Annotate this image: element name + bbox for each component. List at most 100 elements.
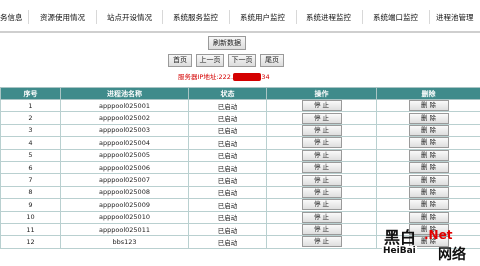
table-row: 7 apppool025007 已启动 停 止 删 除 [0, 173, 480, 187]
stop-button[interactable]: 停 止 [301, 224, 342, 236]
stop-button[interactable]: 停 止 [301, 149, 342, 161]
nav-item-site-setup[interactable]: 站点开设情况 [107, 12, 152, 23]
header-status: 状态 [188, 87, 267, 100]
row-action-cell: 停 止 [266, 198, 377, 212]
row-pool-name: apppool025001 [60, 98, 189, 113]
row-index: 12 [0, 235, 61, 249]
stop-button[interactable]: 停 止 [301, 112, 342, 124]
row-index: 1 [0, 98, 61, 113]
nav-separator [28, 10, 29, 24]
last-page-button[interactable]: 尾页 [260, 54, 284, 67]
row-status: 已启动 [188, 222, 267, 237]
row-pool-name: apppool025010 [60, 210, 189, 224]
stop-button[interactable]: 停 止 [301, 100, 342, 112]
nav-item-pool-manage[interactable]: 进程池管理 [436, 12, 474, 23]
nav-item-port-monitor[interactable]: 系统端口监控 [373, 12, 418, 23]
delete-button[interactable]: 删 除 [408, 211, 449, 223]
delete-button[interactable]: 删 除 [408, 199, 449, 211]
row-delete-cell: 删 除 [376, 160, 480, 175]
row-status: 已启动 [188, 123, 267, 138]
row-delete-cell: 删 除 [376, 210, 480, 224]
server-ip-redacted: XXX.XX. [233, 73, 262, 81]
next-page-button[interactable]: 下一页 [228, 54, 256, 67]
table-row: 2 apppool025002 已启动 停 止 删 除 [0, 111, 480, 125]
delete-button[interactable]: 删 除 [408, 124, 449, 136]
nav-separator [96, 10, 97, 24]
row-action-cell: 停 止 [266, 210, 377, 224]
first-page-button[interactable]: 首页 [168, 54, 192, 67]
row-status: 已启动 [188, 235, 267, 249]
row-index: 6 [0, 160, 61, 175]
stop-button[interactable]: 停 止 [301, 174, 342, 186]
table-row: 5 apppool025005 已启动 停 止 删 除 [0, 148, 480, 162]
watermark-en: HeiBai [382, 246, 417, 256]
table-row: 9 apppool025009 已启动 停 止 删 除 [0, 198, 480, 212]
delete-button[interactable]: 删 除 [408, 174, 449, 186]
row-pool-name: apppool025004 [60, 136, 189, 150]
row-delete-cell: 删 除 [376, 185, 480, 200]
delete-button[interactable]: 删 除 [408, 137, 449, 149]
header-action: 操作 [266, 87, 377, 100]
row-delete-cell: 删 除 [376, 148, 480, 162]
row-delete-cell: 删 除 [376, 136, 480, 150]
server-ip-prefix: 222. [218, 73, 234, 81]
row-status: 已启动 [188, 198, 267, 212]
header-pool-name: 进程池名称 [60, 87, 189, 100]
nav-separator [162, 10, 163, 24]
table-row: 10 apppool025010 已启动 停 止 删 除 [0, 210, 480, 224]
row-pool-name: bbs123 [60, 235, 189, 249]
row-status: 已启动 [188, 136, 267, 150]
row-index: 9 [0, 198, 61, 212]
stop-button[interactable]: 停 止 [301, 236, 342, 248]
table-row: 8 apppool025008 已启动 停 止 删 除 [0, 185, 480, 200]
row-delete-cell: 删 除 [376, 98, 480, 113]
row-pool-name: apppool025008 [60, 185, 189, 200]
row-action-cell: 停 止 [266, 222, 377, 237]
row-delete-cell: 删 除 [376, 111, 480, 125]
stop-button[interactable]: 停 止 [301, 124, 342, 136]
row-pool-name: apppool025003 [60, 123, 189, 138]
row-delete-cell: 删 除 [376, 198, 480, 212]
table-row: 1 apppool025001 已启动 停 止 删 除 [0, 98, 480, 113]
delete-button[interactable]: 删 除 [408, 112, 449, 124]
delete-button[interactable]: 删 除 [408, 149, 449, 161]
server-ip-suffix: 34 [261, 73, 270, 81]
delete-button[interactable]: 删 除 [408, 186, 449, 198]
row-index: 8 [0, 185, 61, 200]
row-index: 2 [0, 111, 61, 125]
nav-item-resource-usage[interactable]: 资源使用情况 [40, 12, 85, 23]
row-status: 已启动 [188, 160, 267, 175]
table-header-row: 序号 进程池名称 状态 操作 删除 [0, 87, 480, 100]
row-pool-name: apppool025011 [60, 222, 189, 237]
row-index: 10 [0, 210, 61, 224]
row-index: 11 [0, 222, 61, 237]
row-action-cell: 停 止 [266, 111, 377, 125]
stop-button[interactable]: 停 止 [301, 199, 342, 211]
row-pool-name: apppool025009 [60, 198, 189, 212]
nav-item-process-monitor[interactable]: 系统进程监控 [306, 12, 351, 23]
table-row: 6 apppool025006 已启动 停 止 删 除 [0, 160, 480, 175]
delete-button[interactable]: 删 除 [408, 162, 449, 174]
stop-button[interactable]: 停 止 [301, 211, 342, 223]
watermark-cn2: 网络 [438, 247, 466, 263]
prev-page-button[interactable]: 上一页 [196, 54, 224, 67]
row-delete-cell: 删 除 [376, 173, 480, 187]
header-index: 序号 [0, 87, 61, 100]
refresh-data-button[interactable]: 刷新数据 [208, 36, 246, 50]
row-status: 已启动 [188, 98, 267, 113]
stop-button[interactable]: 停 止 [301, 186, 342, 198]
nav-separator [429, 10, 430, 24]
stop-button[interactable]: 停 止 [301, 137, 342, 149]
header-delete: 删除 [376, 87, 480, 100]
row-index: 5 [0, 148, 61, 162]
nav-item-service-monitor[interactable]: 系统服务监控 [173, 12, 218, 23]
row-pool-name: apppool025007 [60, 173, 189, 187]
row-index: 4 [0, 136, 61, 150]
server-ip-line: 服务器IP地址:222.XXX.XX.34 [178, 71, 270, 81]
delete-button[interactable]: 删 除 [408, 100, 449, 112]
nav-item-user-monitor[interactable]: 系统用户监控 [240, 12, 285, 23]
stop-button[interactable]: 停 止 [301, 162, 342, 174]
row-pool-name: apppool025002 [60, 111, 189, 125]
nav-item-service-info[interactable]: 务信息 [0, 12, 23, 23]
row-action-cell: 停 止 [266, 160, 377, 175]
